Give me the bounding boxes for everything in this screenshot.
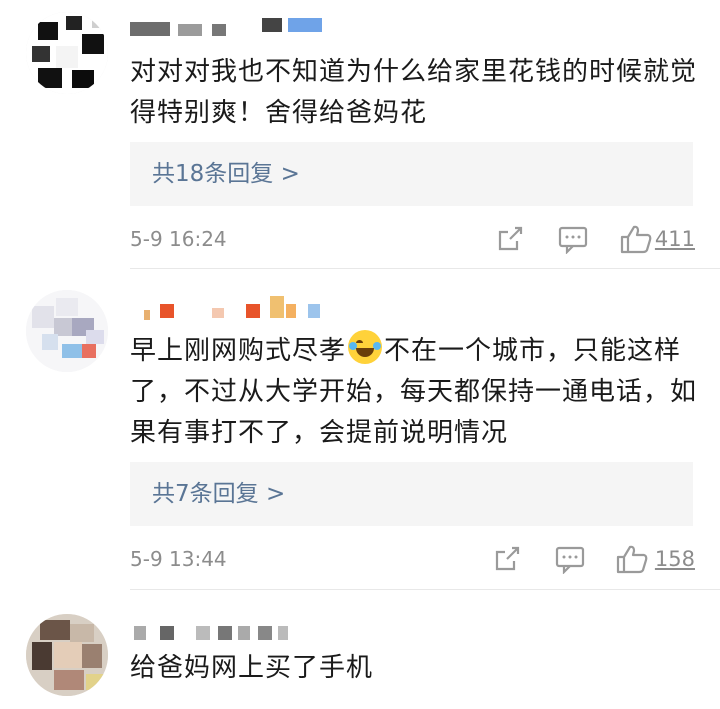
- replies-link[interactable]: 共7条回复 >: [130, 462, 693, 526]
- comment-text: 给爸妈网上买了手机: [130, 653, 374, 683]
- comment-item: 对对对我也不知道为什么给家里花钱的时候就觉得特别爽！舍得给爸妈花 共18条回复 …: [0, 0, 720, 270]
- replies-label: 共7条回复 >: [152, 481, 286, 507]
- like-count[interactable]: 411: [655, 224, 695, 254]
- avatar[interactable]: [26, 290, 108, 372]
- comment-meta: 5-9 16:24 411: [130, 224, 695, 255]
- comment-icon[interactable]: [558, 224, 588, 258]
- comment-item: 早上刚网购式尽孝 不在一个城市，只能这样了，不过从大学开始，每天都保持一通电话，如…: [0, 270, 720, 590]
- comment-text-part: 早上刚网购式尽孝: [130, 336, 347, 366]
- thumbs-up-icon[interactable]: [620, 224, 652, 258]
- share-icon[interactable]: [495, 224, 525, 258]
- share-icon[interactable]: [492, 544, 522, 578]
- comment-meta: 5-9 13:44 158: [130, 544, 695, 575]
- comment-text: 早上刚网购式尽孝 不在一个城市，只能这样了，不过从大学开始，每天都保持一通电话，如…: [130, 330, 705, 454]
- comment-item: 给爸妈网上买了手机: [0, 590, 720, 709]
- comment-time: 5-9 13:44: [130, 547, 227, 571]
- comment-time: 5-9 16:24: [130, 227, 227, 251]
- avatar[interactable]: [26, 12, 108, 94]
- tears-of-joy-emoji: [348, 330, 383, 364]
- replies-link[interactable]: 共18条回复 >: [130, 142, 693, 206]
- avatar[interactable]: [26, 614, 108, 696]
- comment-text: 对对对我也不知道为什么给家里花钱的时候就觉得特别爽！舍得给爸妈花: [130, 57, 698, 128]
- divider: [130, 268, 720, 269]
- replies-label: 共18条回复 >: [152, 161, 300, 187]
- thumbs-up-icon[interactable]: [616, 544, 648, 578]
- comment-icon[interactable]: [555, 544, 585, 578]
- like-count[interactable]: 158: [655, 544, 695, 574]
